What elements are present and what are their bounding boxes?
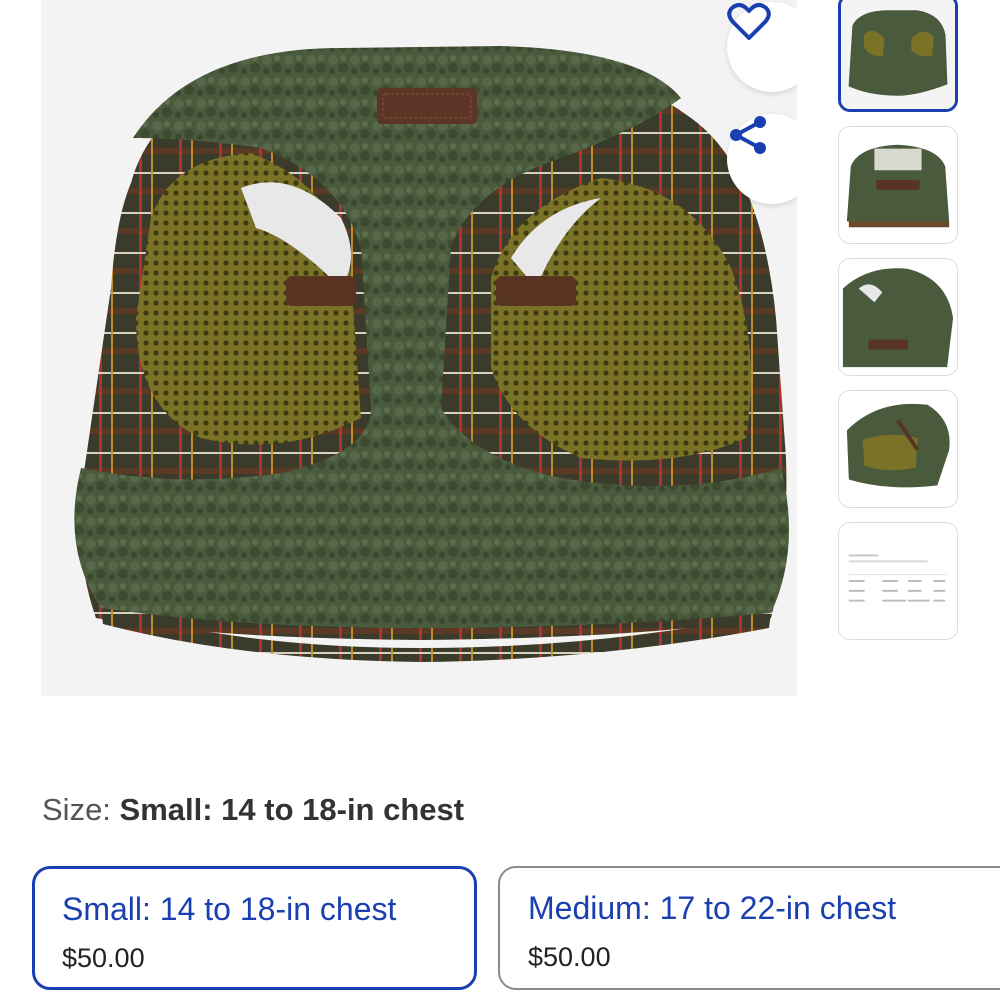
thumb-image	[839, 523, 957, 639]
heart-outline-icon	[727, 3, 771, 40]
thumb-image	[839, 259, 957, 375]
thumb-harness-side[interactable]	[838, 258, 958, 376]
size-selection-summary: Size: Small: 14 to 18-in chest	[42, 792, 464, 828]
thumb-harness-back[interactable]	[838, 126, 958, 244]
thumb-harness-underside[interactable]	[838, 390, 958, 508]
size-label: Size:	[42, 792, 120, 827]
selected-size-value: Small: 14 to 18-in chest	[119, 792, 465, 827]
size-option-price: $50.00	[62, 943, 145, 973]
size-option-price: $50.00	[528, 942, 611, 972]
main-product-image[interactable]	[41, 0, 797, 748]
size-option-label: Small: 14 to 18-in chest	[62, 891, 397, 927]
share-icon	[730, 116, 766, 154]
size-option-label: Medium: 17 to 22-in chest	[528, 890, 897, 926]
thumb-image	[839, 127, 957, 243]
thumb-image	[839, 391, 957, 507]
thumb-image	[841, 0, 955, 109]
size-option-medium[interactable]: Medium: 17 to 22-in chest $50.00	[498, 866, 1000, 990]
thumb-size-chart[interactable]	[838, 522, 958, 640]
thumb-harness-front[interactable]	[838, 0, 958, 112]
harness-illustration	[41, 0, 797, 748]
size-option-small[interactable]: Small: 14 to 18-in chest $50.00	[32, 866, 477, 990]
